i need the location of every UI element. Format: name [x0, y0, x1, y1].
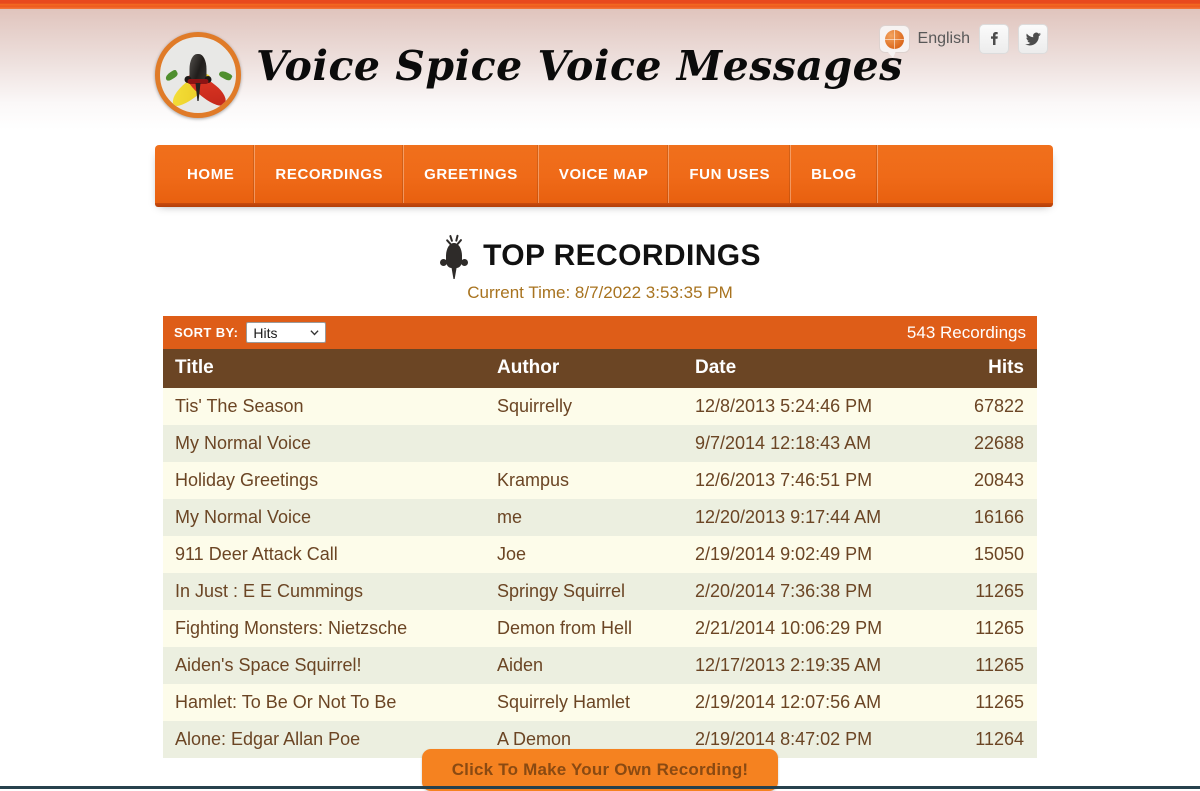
- cell-title[interactable]: Aiden's Space Squirrel!: [163, 647, 485, 684]
- table-row[interactable]: 911 Deer Attack Call Joe 2/19/2014 9:02:…: [163, 536, 1037, 573]
- language-label: English: [917, 30, 970, 47]
- nav-item-blog[interactable]: BLOG: [791, 145, 878, 203]
- cell-hits: 11265: [975, 655, 1024, 675]
- microphone-icon: [439, 233, 469, 279]
- top-accent-strip: [0, 0, 1200, 9]
- recordings-table: Title Author Date Hits Tis' The Season S…: [163, 349, 1037, 758]
- cell-author: Demon from Hell: [497, 618, 633, 638]
- table-body: Tis' The Season Squirrelly 12/8/2013 5:2…: [163, 388, 1037, 758]
- sort-by-select[interactable]: Hits: [246, 322, 327, 343]
- language-selector[interactable]: English: [878, 25, 970, 58]
- cell-title[interactable]: Holiday Greetings: [163, 462, 485, 499]
- column-header-date[interactable]: Date: [683, 349, 937, 388]
- cell-author: [485, 425, 683, 462]
- make-recording-button[interactable]: Click To Make Your Own Recording!: [421, 749, 779, 791]
- cell-date: 2/19/2014 12:07:56 AM: [695, 692, 882, 712]
- cell-title[interactable]: My Normal Voice: [163, 425, 485, 462]
- cell-hits: 15050: [973, 544, 1024, 564]
- nav-item-home[interactable]: HOME: [155, 145, 256, 203]
- cell-author: Krampus: [497, 470, 570, 490]
- nav-item-fun-uses[interactable]: FUN USES: [669, 145, 792, 203]
- twitter-icon[interactable]: [1018, 24, 1048, 54]
- table-row[interactable]: In Just : E E Cummings Springy Squirrel …: [163, 573, 1037, 610]
- cell-author: me: [497, 507, 523, 527]
- header-utilities: English: [878, 24, 1048, 58]
- table-row[interactable]: Hamlet: To Be Or Not To Be Squirrely Ham…: [163, 684, 1037, 721]
- page-title-row: TOP RECORDINGS: [0, 233, 1200, 279]
- page-title: TOP RECORDINGS: [483, 239, 761, 272]
- table-header: Title Author Date Hits: [163, 349, 1037, 388]
- chili-microphone-logo-icon: [155, 32, 241, 118]
- sort-by-label: SORT BY:: [174, 325, 239, 340]
- cell-hits: 20843: [973, 470, 1024, 490]
- table-row[interactable]: Holiday Greetings Krampus 12/6/2013 7:46…: [163, 462, 1037, 499]
- cell-date: 9/7/2014 12:18:43 AM: [695, 433, 872, 453]
- cell-author: Joe: [497, 544, 527, 564]
- recordings-panel: SORT BY: Hits 543 Recordings Title Autho…: [163, 316, 1037, 758]
- main-navigation: HOME RECORDINGS GREETINGS VOICE MAP FUN …: [155, 145, 1053, 207]
- cell-title[interactable]: 911 Deer Attack Call: [163, 536, 485, 573]
- facebook-icon[interactable]: [979, 24, 1009, 54]
- cell-date: 2/20/2014 7:36:38 PM: [695, 581, 873, 601]
- pepper-stem-left-icon: [164, 69, 179, 82]
- table-row[interactable]: My Normal Voice 9/7/2014 12:18:43 AM 226…: [163, 425, 1037, 462]
- cell-date: 12/20/2013 9:17:44 AM: [695, 507, 882, 527]
- sort-bar: SORT BY: Hits 543 Recordings: [163, 316, 1037, 349]
- column-header-title[interactable]: Title: [163, 349, 485, 388]
- cell-hits: 11265: [975, 581, 1024, 601]
- cell-hits: 22688: [973, 433, 1024, 453]
- cell-title[interactable]: Tis' The Season: [163, 388, 485, 425]
- cell-date: 12/8/2013 5:24:46 PM: [695, 396, 873, 416]
- cell-hits: 67822: [973, 396, 1024, 416]
- cell-hits: 11265: [975, 692, 1024, 712]
- cell-date: 2/19/2014 9:02:49 PM: [695, 544, 873, 564]
- cell-date: 12/17/2013 2:19:35 AM: [695, 655, 882, 675]
- pepper-stem-right-icon: [218, 69, 233, 82]
- table-row[interactable]: My Normal Voice me 12/20/2013 9:17:44 AM…: [163, 499, 1037, 536]
- nav-item-voice-map[interactable]: VOICE MAP: [539, 145, 670, 203]
- nav-filler: [878, 145, 1053, 203]
- site-logo[interactable]: [155, 32, 241, 118]
- cell-title[interactable]: Hamlet: To Be Or Not To Be: [163, 684, 485, 721]
- table-header-row: Title Author Date Hits: [163, 349, 1037, 388]
- site-wordmark[interactable]: Voice Spice Voice Messages: [256, 42, 903, 90]
- cell-author: Squirrely Hamlet: [497, 692, 631, 712]
- table-row[interactable]: Tis' The Season Squirrelly 12/8/2013 5:2…: [163, 388, 1037, 425]
- nav-item-recordings[interactable]: RECORDINGS: [255, 145, 405, 203]
- cell-hits: 11265: [975, 618, 1024, 638]
- chevron-down-icon: [310, 330, 319, 336]
- table-row[interactable]: Fighting Monsters: Nietzsche Demon from …: [163, 610, 1037, 647]
- cell-title[interactable]: Fighting Monsters: Nietzsche: [163, 610, 485, 647]
- cta-row: Click To Make Your Own Recording!: [0, 749, 1200, 791]
- column-header-hits[interactable]: Hits: [937, 349, 1037, 388]
- logo-microphone-icon: [184, 54, 212, 101]
- table-row[interactable]: Aiden's Space Squirrel! Aiden 12/17/2013…: [163, 647, 1037, 684]
- cell-date: 12/6/2013 7:46:51 PM: [695, 470, 873, 490]
- globe-speech-bubble-icon[interactable]: [878, 25, 910, 58]
- cell-hits: 16166: [973, 507, 1024, 527]
- cell-author: Squirrelly: [497, 396, 573, 416]
- column-header-author[interactable]: Author: [485, 349, 683, 388]
- cell-title[interactable]: In Just : E E Cummings: [163, 573, 485, 610]
- cell-author: Springy Squirrel: [497, 581, 626, 601]
- cell-author: Aiden: [497, 655, 544, 675]
- current-time-text: Current Time: 8/7/2022 3:53:35 PM: [467, 283, 733, 302]
- nav-item-greetings[interactable]: GREETINGS: [404, 145, 539, 203]
- cell-title[interactable]: My Normal Voice: [163, 499, 485, 536]
- recordings-count: 543 Recordings: [906, 322, 1026, 342]
- cell-date: 2/21/2014 10:06:29 PM: [695, 618, 883, 638]
- sort-by-selected-value: Hits: [253, 324, 278, 341]
